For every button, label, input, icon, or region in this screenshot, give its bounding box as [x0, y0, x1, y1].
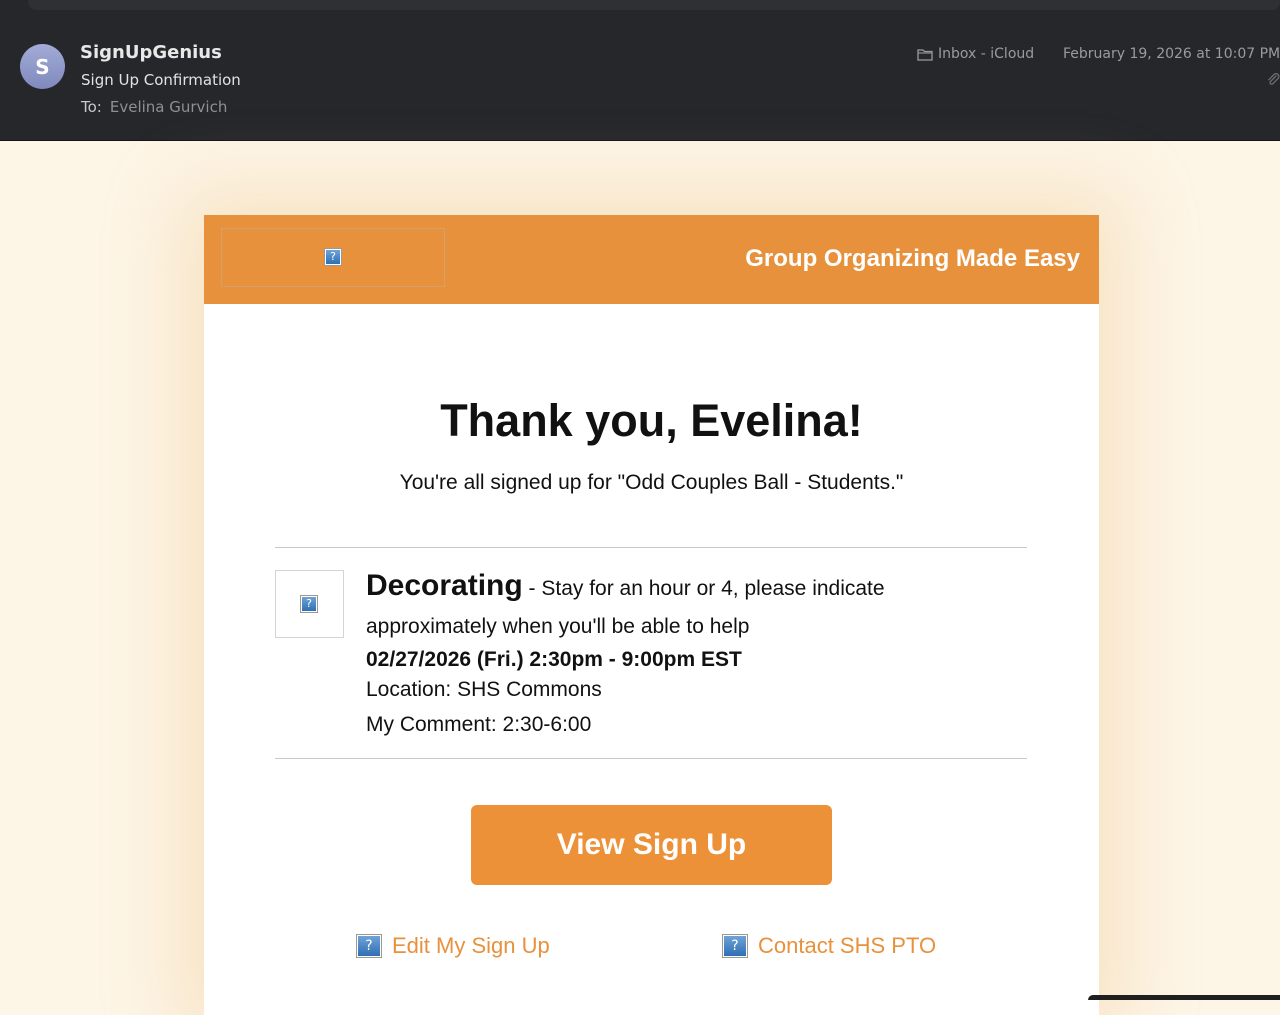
sender-avatar[interactable]: S — [20, 44, 65, 89]
mail-header: S SignUpGenius Sign Up Confirmation To: E… — [0, 0, 1280, 141]
broken-image-glyph: ? — [302, 597, 316, 611]
folder-icon — [917, 48, 933, 61]
slot-title-line: Decorating - Stay for an hour or 4, plea… — [366, 565, 966, 610]
slot-description-continued: approximately when you'll be able to hel… — [366, 615, 750, 638]
broken-image-glyph: ? — [326, 250, 340, 264]
slot-location: Location: SHS Commons — [366, 678, 602, 701]
broken-image-glyph: ? — [358, 936, 380, 956]
confirmation-text: You're all signed up for "Odd Couples Ba… — [399, 471, 904, 494]
to-label: To: — [81, 98, 102, 116]
slot-image-placeholder: ? — [275, 570, 344, 638]
toolbar-strip — [28, 0, 1280, 10]
slot-description: - Stay for an hour or 4, please indicate — [522, 577, 885, 600]
email-card: ? Group Organizing Made Easy Thank you, … — [204, 215, 1099, 1015]
contact-organizer-label[interactable]: Contact SHS PTO — [758, 933, 936, 959]
mailbox-location[interactable]: Inbox - iCloud — [917, 46, 1034, 62]
broken-image-icon: ? — [722, 934, 748, 958]
logo-image-placeholder[interactable]: ? — [221, 228, 445, 287]
mail-date: February 19, 2026 at 10:07 PM — [1063, 46, 1280, 62]
slot-comment: My Comment: 2:30-6:00 — [366, 713, 592, 736]
contact-organizer-link[interactable]: ? Contact SHS PTO — [722, 933, 936, 959]
divider-top — [275, 547, 1027, 548]
broken-image-icon: ? — [324, 248, 342, 266]
thank-you-heading: Thank you, Evelina! — [440, 395, 863, 446]
overlay-edge — [1088, 995, 1280, 1000]
broken-image-glyph: ? — [724, 936, 746, 956]
attachment-icon[interactable] — [1265, 72, 1280, 88]
sender-name[interactable]: SignUpGenius — [80, 42, 222, 63]
divider-bottom — [275, 758, 1027, 759]
broken-image-icon: ? — [356, 934, 382, 958]
slot-datetime: 02/27/2026 (Fri.) 2:30pm - 9:00pm EST — [366, 648, 742, 671]
mailbox-label: Inbox - iCloud — [938, 46, 1035, 62]
edit-sign-up-label[interactable]: Edit My Sign Up — [392, 933, 550, 959]
banner-tagline: Group Organizing Made Easy — [745, 245, 1080, 272]
recipient-line: To: Evelina Gurvich — [81, 98, 227, 116]
email-banner: ? Group Organizing Made Easy — [204, 215, 1099, 304]
slot-title: Decorating — [366, 569, 523, 602]
broken-image-icon: ? — [300, 595, 318, 613]
mail-subject: Sign Up Confirmation — [81, 71, 241, 89]
view-sign-up-button[interactable]: View Sign Up — [471, 805, 832, 885]
edit-sign-up-link[interactable]: ? Edit My Sign Up — [356, 933, 550, 959]
recipient-name[interactable]: Evelina Gurvich — [110, 98, 227, 116]
